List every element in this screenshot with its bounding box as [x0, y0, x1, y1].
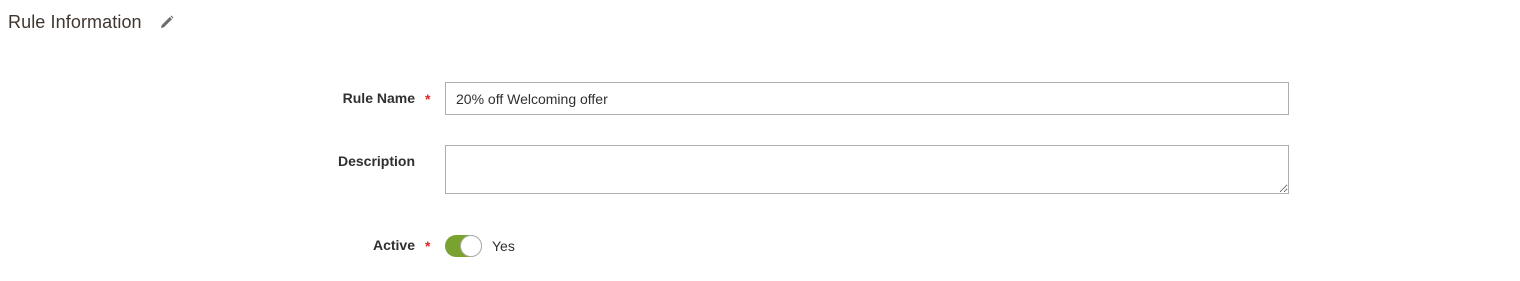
- rule-name-row: Rule Name *: [0, 82, 1520, 115]
- active-required-mark: *: [425, 238, 431, 254]
- pencil-icon[interactable]: [159, 14, 175, 30]
- rule-name-input[interactable]: [445, 82, 1289, 115]
- pencil-icon-svg: [160, 15, 174, 28]
- description-label: Description: [337, 153, 415, 169]
- rule-name-required-mark: *: [425, 91, 431, 107]
- active-toggle-state-label: Yes: [492, 238, 515, 254]
- active-toggle-knob: [460, 235, 482, 257]
- section-title: Rule Information: [8, 11, 142, 32]
- active-label: Active: [372, 237, 415, 253]
- description-row: Description: [0, 145, 1520, 194]
- active-row: Active * Yes: [0, 235, 1520, 257]
- rule-name-label: Rule Name: [342, 90, 415, 106]
- description-textarea[interactable]: [445, 145, 1289, 194]
- section-header: Rule Information: [8, 9, 175, 35]
- active-toggle[interactable]: [445, 235, 482, 257]
